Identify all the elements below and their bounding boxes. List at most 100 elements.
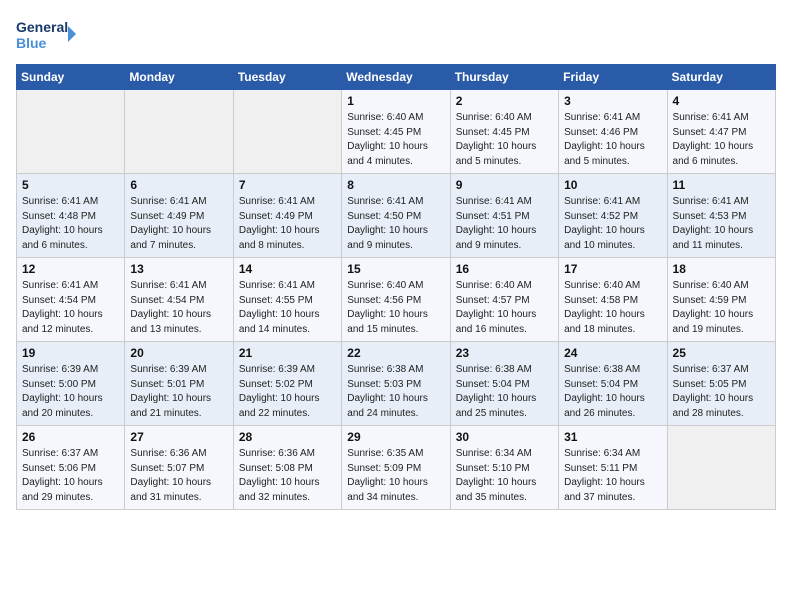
day-number: 14 <box>239 262 336 276</box>
day-info: Sunrise: 6:34 AM Sunset: 5:11 PM Dayligh… <box>564 447 661 505</box>
calendar-cell: 9 Sunrise: 6:41 AM Sunset: 4:51 PM Daylig… <box>450 174 558 258</box>
day-info: Sunrise: 6:40 AM Sunset: 4:56 PM Dayligh… <box>347 279 444 337</box>
day-number: 10 <box>564 178 661 192</box>
calendar-cell: 1 Sunrise: 6:40 AM Sunset: 4:45 PM Daylig… <box>342 90 450 174</box>
day-info: Sunrise: 6:41 AM Sunset: 4:49 PM Dayligh… <box>239 195 336 253</box>
calendar-cell: 21Sunrise: 6:39 AM Sunset: 5:02 PM Dayli… <box>233 342 341 426</box>
calendar-cell: 23 Sunrise: 6:38 AM Sunset: 5:04 PM Dayli… <box>450 342 558 426</box>
calendar-table: SundayMondayTuesdayWednesdayThursdayFrid… <box>16 64 776 510</box>
day-number: 6 <box>130 178 227 192</box>
day-number: 23 <box>456 346 553 360</box>
day-number: 30 <box>456 430 553 444</box>
logo: GeneralBlue <box>16 16 76 52</box>
calendar-cell: 18 Sunrise: 6:40 AM Sunset: 4:59 PM Dayli… <box>667 258 775 342</box>
day-info: Sunrise: 6:41 AM Sunset: 4:53 PM Dayligh… <box>673 195 770 253</box>
calendar-cell: 16Sunrise: 6:40 AM Sunset: 4:57 PM Dayli… <box>450 258 558 342</box>
day-info: Sunrise: 6:41 AM Sunset: 4:46 PM Dayligh… <box>564 111 661 169</box>
logo-svg: GeneralBlue <box>16 16 76 52</box>
day-info: Sunrise: 6:41 AM Sunset: 4:55 PM Dayligh… <box>239 279 336 337</box>
day-number: 11 <box>673 178 770 192</box>
weekday-header-wednesday: Wednesday <box>342 65 450 90</box>
calendar-cell: 15 Sunrise: 6:40 AM Sunset: 4:56 PM Dayli… <box>342 258 450 342</box>
day-info: Sunrise: 6:40 AM Sunset: 4:45 PM Dayligh… <box>456 111 553 169</box>
day-number: 26 <box>22 430 119 444</box>
day-number: 5 <box>22 178 119 192</box>
day-info: Sunrise: 6:41 AM Sunset: 4:50 PM Dayligh… <box>347 195 444 253</box>
calendar-cell: 17 Sunrise: 6:40 AM Sunset: 4:58 PM Dayli… <box>559 258 667 342</box>
weekday-header-tuesday: Tuesday <box>233 65 341 90</box>
svg-text:General: General <box>16 19 68 35</box>
calendar-cell: 2 Sunrise: 6:40 AM Sunset: 4:45 PM Daylig… <box>450 90 558 174</box>
day-number: 12 <box>22 262 119 276</box>
calendar-cell <box>125 90 233 174</box>
calendar-cell: 31 Sunrise: 6:34 AM Sunset: 5:11 PM Dayli… <box>559 426 667 510</box>
day-number: 17 <box>564 262 661 276</box>
day-number: 8 <box>347 178 444 192</box>
calendar-cell: 8 Sunrise: 6:41 AM Sunset: 4:50 PM Daylig… <box>342 174 450 258</box>
calendar-cell: 28Sunrise: 6:36 AM Sunset: 5:08 PM Dayli… <box>233 426 341 510</box>
day-number: 4 <box>673 94 770 108</box>
calendar-cell: 27Sunrise: 6:36 AM Sunset: 5:07 PM Dayli… <box>125 426 233 510</box>
day-info: Sunrise: 6:39 AM Sunset: 5:02 PM Dayligh… <box>239 363 336 421</box>
calendar-cell: 11 Sunrise: 6:41 AM Sunset: 4:53 PM Dayli… <box>667 174 775 258</box>
calendar-cell <box>233 90 341 174</box>
day-info: Sunrise: 6:34 AM Sunset: 5:10 PM Dayligh… <box>456 447 553 505</box>
day-number: 31 <box>564 430 661 444</box>
day-number: 15 <box>347 262 444 276</box>
day-number: 20 <box>130 346 227 360</box>
day-info: Sunrise: 6:40 AM Sunset: 4:45 PM Dayligh… <box>347 111 444 169</box>
day-info: Sunrise: 6:38 AM Sunset: 5:03 PM Dayligh… <box>347 363 444 421</box>
weekday-header-saturday: Saturday <box>667 65 775 90</box>
calendar-cell: 26Sunrise: 6:37 AM Sunset: 5:06 PM Dayli… <box>17 426 125 510</box>
day-info: Sunrise: 6:38 AM Sunset: 5:04 PM Dayligh… <box>564 363 661 421</box>
day-number: 9 <box>456 178 553 192</box>
day-number: 18 <box>673 262 770 276</box>
day-number: 29 <box>347 430 444 444</box>
day-info: Sunrise: 6:41 AM Sunset: 4:51 PM Dayligh… <box>456 195 553 253</box>
calendar-cell <box>17 90 125 174</box>
calendar-cell: 24 Sunrise: 6:38 AM Sunset: 5:04 PM Dayli… <box>559 342 667 426</box>
day-info: Sunrise: 6:41 AM Sunset: 4:54 PM Dayligh… <box>130 279 227 337</box>
weekday-header-friday: Friday <box>559 65 667 90</box>
day-info: Sunrise: 6:41 AM Sunset: 4:49 PM Dayligh… <box>130 195 227 253</box>
calendar-cell: 20 Sunrise: 6:39 AM Sunset: 5:01 PM Dayli… <box>125 342 233 426</box>
day-info: Sunrise: 6:40 AM Sunset: 4:58 PM Dayligh… <box>564 279 661 337</box>
calendar-cell: 29Sunrise: 6:35 AM Sunset: 5:09 PM Dayli… <box>342 426 450 510</box>
day-info: Sunrise: 6:41 AM Sunset: 4:48 PM Dayligh… <box>22 195 119 253</box>
calendar-cell: 13 Sunrise: 6:41 AM Sunset: 4:54 PM Dayli… <box>125 258 233 342</box>
calendar-cell: 3 Sunrise: 6:41 AM Sunset: 4:46 PM Daylig… <box>559 90 667 174</box>
day-info: Sunrise: 6:41 AM Sunset: 4:54 PM Dayligh… <box>22 279 119 337</box>
calendar-cell: 5 Sunrise: 6:41 AM Sunset: 4:48 PM Daylig… <box>17 174 125 258</box>
svg-text:Blue: Blue <box>16 35 47 51</box>
calendar-cell <box>667 426 775 510</box>
day-info: Sunrise: 6:37 AM Sunset: 5:05 PM Dayligh… <box>673 363 770 421</box>
calendar-cell: 14 Sunrise: 6:41 AM Sunset: 4:55 PM Dayli… <box>233 258 341 342</box>
day-info: Sunrise: 6:39 AM Sunset: 5:00 PM Dayligh… <box>22 363 119 421</box>
day-number: 3 <box>564 94 661 108</box>
calendar-cell: 30 Sunrise: 6:34 AM Sunset: 5:10 PM Dayli… <box>450 426 558 510</box>
calendar-cell: 7 Sunrise: 6:41 AM Sunset: 4:49 PM Daylig… <box>233 174 341 258</box>
day-number: 2 <box>456 94 553 108</box>
day-number: 1 <box>347 94 444 108</box>
day-number: 7 <box>239 178 336 192</box>
day-info: Sunrise: 6:40 AM Sunset: 4:59 PM Dayligh… <box>673 279 770 337</box>
calendar-cell: 19Sunrise: 6:39 AM Sunset: 5:00 PM Dayli… <box>17 342 125 426</box>
day-number: 24 <box>564 346 661 360</box>
page-header: GeneralBlue <box>16 16 776 52</box>
calendar-cell: 6 Sunrise: 6:41 AM Sunset: 4:49 PM Daylig… <box>125 174 233 258</box>
calendar-cell: 12 Sunrise: 6:41 AM Sunset: 4:54 PM Dayli… <box>17 258 125 342</box>
day-info: Sunrise: 6:36 AM Sunset: 5:07 PM Dayligh… <box>130 447 227 505</box>
day-info: Sunrise: 6:39 AM Sunset: 5:01 PM Dayligh… <box>130 363 227 421</box>
day-number: 16 <box>456 262 553 276</box>
day-number: 13 <box>130 262 227 276</box>
calendar-cell: 4 Sunrise: 6:41 AM Sunset: 4:47 PM Daylig… <box>667 90 775 174</box>
weekday-header-sunday: Sunday <box>17 65 125 90</box>
day-number: 22 <box>347 346 444 360</box>
weekday-header-thursday: Thursday <box>450 65 558 90</box>
calendar-cell: 22 Sunrise: 6:38 AM Sunset: 5:03 PM Dayli… <box>342 342 450 426</box>
day-info: Sunrise: 6:41 AM Sunset: 4:52 PM Dayligh… <box>564 195 661 253</box>
day-info: Sunrise: 6:41 AM Sunset: 4:47 PM Dayligh… <box>673 111 770 169</box>
day-number: 25 <box>673 346 770 360</box>
day-number: 28 <box>239 430 336 444</box>
day-info: Sunrise: 6:38 AM Sunset: 5:04 PM Dayligh… <box>456 363 553 421</box>
